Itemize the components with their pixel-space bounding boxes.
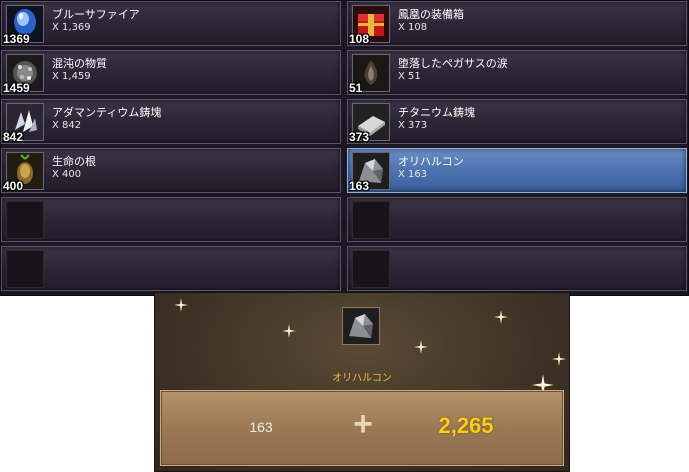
item-name: 堕落したペガサスの涙: [398, 57, 508, 70]
item-count: 163: [349, 179, 370, 193]
empty-slot-box: [6, 201, 44, 239]
item-name: アダマンティウム鋳塊: [52, 106, 162, 119]
current-amount: 163: [249, 419, 273, 435]
empty-inventory-slot[interactable]: [347, 197, 687, 242]
item-count: 1459: [3, 81, 30, 95]
orichalcum-icon: [342, 307, 380, 345]
empty-inventory-slot[interactable]: [1, 246, 341, 291]
empty-inventory-slot[interactable]: [1, 197, 341, 242]
item-quantity: X 400: [52, 169, 82, 180]
item-name: ブルーサファイア: [52, 8, 140, 21]
inventory-slot-selected[interactable]: 163 オリハルコン X 163: [347, 148, 687, 193]
plus-icon: +: [353, 405, 373, 443]
item-count: 842: [3, 130, 24, 144]
empty-slot-box: [352, 250, 390, 288]
inventory-slot[interactable]: 1369 ブルーサファイア X 1,369: [1, 1, 341, 46]
inventory-slot[interactable]: 51 堕落したペガサスの涙 X 51: [347, 50, 687, 95]
sparkle-icon: [174, 298, 188, 312]
item-name: チタニウム鋳塊: [398, 106, 475, 119]
sparkle-icon: [552, 352, 566, 366]
item-quantity: X 1,369: [52, 22, 91, 33]
inventory-slot[interactable]: 400 生命の根 X 400: [1, 148, 341, 193]
item-name: 混沌の物質: [52, 57, 107, 70]
item-count: 108: [349, 32, 370, 46]
item-quantity: X 51: [398, 71, 421, 82]
exchange-amount-bar: 163 + 2,265: [160, 390, 564, 466]
item-count: 400: [3, 179, 24, 193]
empty-slot-box: [352, 201, 390, 239]
material-inventory-panel: 1369 ブルーサファイア X 1,369 1459 混沌の物質 X 1,459: [0, 0, 689, 296]
item-quantity: X 163: [398, 169, 428, 180]
item-name: オリハルコン: [398, 155, 464, 168]
total-amount: 2,265: [438, 413, 494, 438]
item-quantity: X 1,459: [52, 71, 91, 82]
inventory-slot[interactable]: 108 鳳凰の装備箱 X 108: [347, 1, 687, 46]
item-count: 1369: [3, 32, 30, 46]
item-quantity: X 842: [52, 120, 82, 131]
exchange-item-name: オリハルコン: [332, 373, 392, 384]
inventory-slot[interactable]: 1459 混沌の物質 X 1,459: [1, 50, 341, 95]
item-quantity: X 108: [398, 22, 428, 33]
item-name: 鳳凰の装備箱: [398, 8, 464, 21]
empty-slot-box: [6, 250, 44, 288]
item-name: 生命の根: [52, 155, 96, 168]
item-quantity: X 373: [398, 120, 428, 131]
inventory-slot[interactable]: 842 アダマンティウム鋳塊 X 842: [1, 99, 341, 144]
item-count: 373: [349, 130, 370, 144]
sparkle-icon: [494, 310, 508, 324]
empty-inventory-slot[interactable]: [347, 246, 687, 291]
sparkle-icon: [282, 324, 296, 338]
inventory-slot[interactable]: 373 チタニウム鋳塊 X 373: [347, 99, 687, 144]
material-exchange-panel: オリハルコン 163 + 2,265: [154, 292, 570, 472]
item-count: 51: [349, 81, 363, 95]
sparkle-icon: [414, 340, 428, 354]
